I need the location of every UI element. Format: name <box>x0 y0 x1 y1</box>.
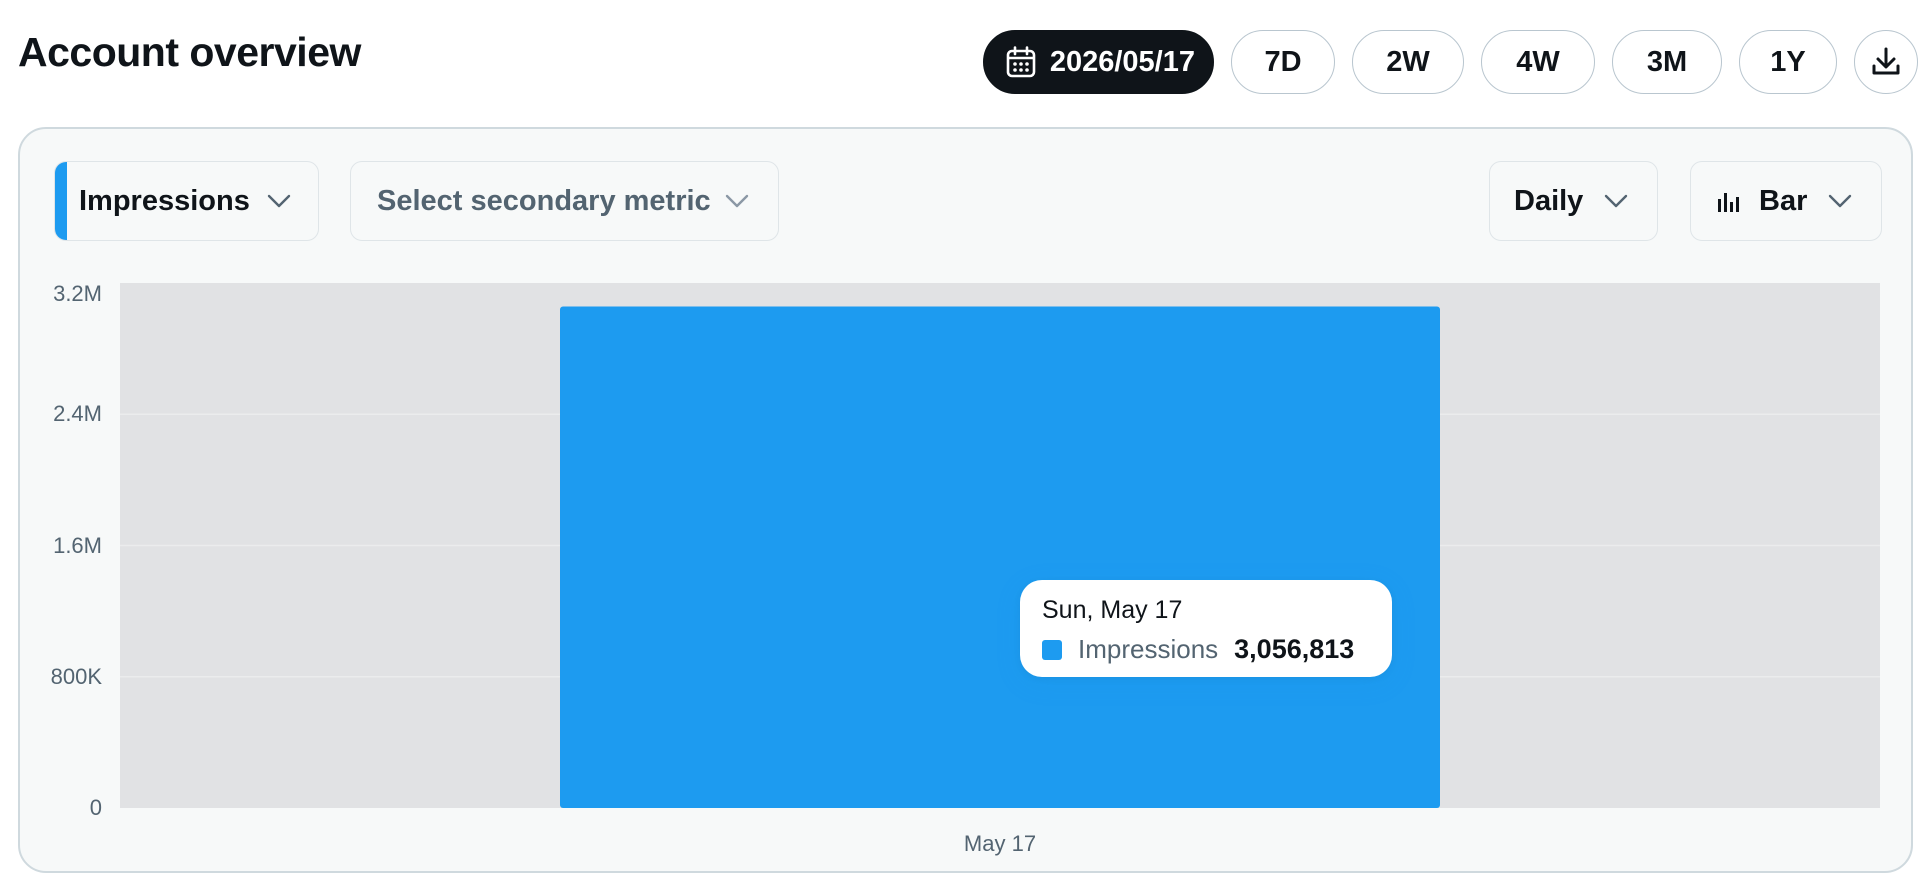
y-tick-label: 1.6M <box>53 532 102 558</box>
page-title: Account overview <box>18 29 361 75</box>
y-tick-label: 2.4M <box>53 401 102 427</box>
chart-type-label: Bar <box>1759 184 1808 217</box>
interval-label: Daily <box>1514 184 1584 217</box>
chevron-down-icon <box>724 193 750 209</box>
range-7d-button[interactable]: 7D <box>1231 30 1335 94</box>
date-range-toolbar: 2026/05/17 7D 2W 4W 3M 1Y <box>982 30 1918 94</box>
range-2w-button[interactable]: 2W <box>1352 30 1464 94</box>
chevron-down-icon <box>1603 193 1629 209</box>
date-picker-button[interactable]: 2026/05/17 <box>982 30 1214 94</box>
bar-may-17[interactable] <box>560 306 1440 808</box>
tooltip-value: 3,056,813 <box>1234 634 1355 664</box>
chart-tooltip: Sun, May 17 Impressions 3,056,813 <box>1020 580 1392 677</box>
tooltip-series-label: Impressions <box>1078 634 1219 664</box>
calendar-icon <box>1006 46 1036 78</box>
range-1y-button[interactable]: 1Y <box>1739 30 1837 94</box>
bar-chart <box>120 283 1880 808</box>
primary-metric-label: Impressions <box>79 184 250 217</box>
chevron-down-icon <box>266 193 292 209</box>
range-4w-button[interactable]: 4W <box>1481 30 1595 94</box>
tooltip-date: Sun, May 17 <box>1042 596 1183 624</box>
metric-color-accent <box>55 162 67 240</box>
primary-metric-select[interactable]: Impressions <box>54 161 319 241</box>
tooltip-series-swatch <box>1042 639 1062 660</box>
range-3m-button[interactable]: 3M <box>1612 30 1722 94</box>
date-label: 2026/05/17 <box>1049 45 1195 78</box>
y-tick-label: 0 <box>89 795 102 820</box>
bar-chart-icon <box>1717 190 1739 212</box>
secondary-metric-placeholder: Select secondary metric <box>377 184 711 217</box>
y-tick-label: 3.2M <box>53 281 102 306</box>
x-tick-label: May 17 <box>963 831 1037 856</box>
download-button[interactable] <box>1854 30 1918 94</box>
chart-card: Impressions Select secondary metric Dail… <box>18 127 1913 873</box>
secondary-metric-select[interactable]: Select secondary metric <box>350 161 779 241</box>
chart-type-select[interactable]: Bar <box>1690 161 1882 241</box>
y-tick-label: 800K <box>50 663 102 689</box>
download-icon <box>1872 47 1900 75</box>
chevron-down-icon <box>1827 193 1853 209</box>
interval-select[interactable]: Daily <box>1489 161 1658 241</box>
